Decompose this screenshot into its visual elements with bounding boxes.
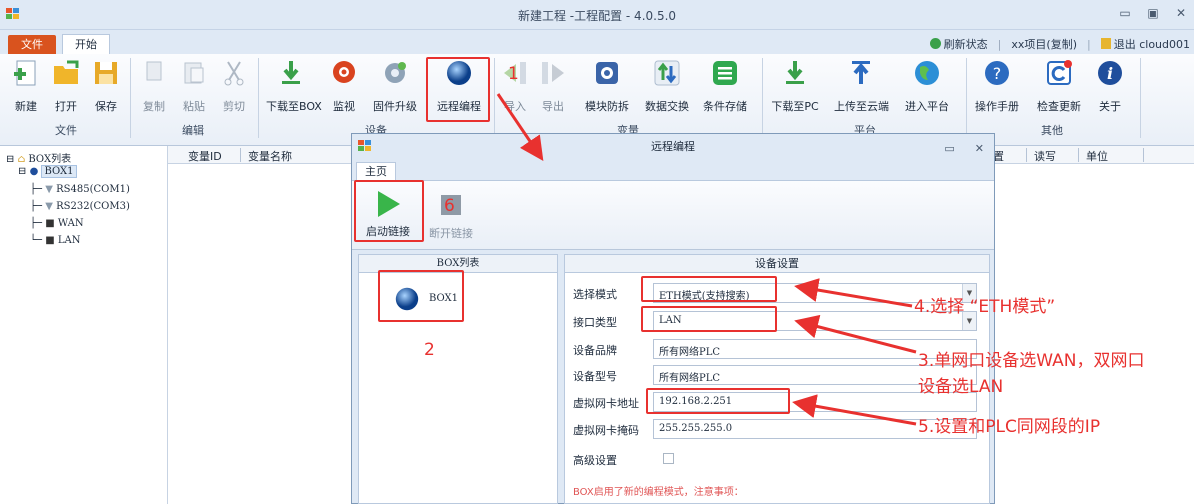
paste-button[interactable]: 粘贴	[174, 58, 214, 120]
notice-text: BOX启用了新的编程模式，注意事项：	[573, 487, 744, 498]
home-tab[interactable]: 开始	[62, 34, 110, 54]
module-tamper-button[interactable]: 模块防拆	[582, 58, 632, 120]
col-variable-name[interactable]: 变量名称	[248, 148, 292, 164]
annotation-step-4: 4.选择 “ETH模式”	[914, 297, 1056, 317]
project-label[interactable]: xx项目(复制)	[1011, 36, 1077, 52]
refresh-update-icon	[1047, 60, 1072, 85]
paste-icon	[184, 62, 204, 84]
svg-text:?: ?	[993, 64, 1002, 83]
new-button[interactable]: 新建	[6, 58, 46, 120]
window-title: 新建工程 -工程配置 - 4.0.5.0	[517, 9, 677, 23]
ethernet-icon: ■	[45, 235, 55, 246]
tree-root[interactable]: ⊟ ⌂ BOX列表	[6, 150, 71, 165]
highlight-ip	[646, 388, 790, 414]
col-read-write[interactable]: 读写	[1034, 148, 1056, 164]
annotation-step-2: 2	[424, 340, 435, 360]
save-icon	[95, 62, 117, 84]
annotation-step-1: 1	[508, 64, 519, 84]
group-other-label: 其他	[1041, 124, 1063, 137]
tree-item-lan[interactable]: └─ ■ LAN	[30, 235, 81, 246]
open-button[interactable]: 打开	[46, 58, 86, 120]
dialog-title-bar: 远程编程 ▭ ✕	[352, 134, 994, 162]
highlight-start-connect	[354, 180, 424, 242]
copy-icon	[146, 61, 162, 81]
svg-text:i: i	[1107, 64, 1113, 83]
copy-button[interactable]: 复制	[134, 58, 174, 120]
home-icon: ⌂	[17, 154, 26, 165]
dialog-minimize-icon[interactable]: ▭	[944, 142, 954, 155]
shield-icon	[596, 62, 618, 84]
group-edit-label: 编辑	[182, 124, 204, 137]
close-icon[interactable]: ✕	[1174, 6, 1188, 20]
advanced-checkbox[interactable]	[663, 453, 674, 464]
firmware-upgrade-button[interactable]: 固件升级	[370, 58, 420, 120]
device-settings-title: 设备设置	[565, 255, 989, 273]
restore-icon[interactable]: ▣	[1146, 6, 1160, 20]
scissors-icon	[224, 61, 244, 86]
annotation-step-6: 6	[444, 196, 455, 216]
dialog-close-icon[interactable]: ✕	[975, 142, 984, 155]
dialog-title: 远程编程	[651, 140, 695, 153]
box-tree-pane: ⊟ ⌂ BOX列表 ⊟ ● BOX1 ├─ ▼ RS485(COM1) ├─ ▼…	[0, 146, 168, 504]
manual-button[interactable]: ? 操作手册	[972, 58, 1022, 120]
save-button[interactable]: 保存	[86, 58, 126, 120]
highlight-remote-programming	[426, 57, 490, 122]
refresh-label: 刷新状态	[943, 38, 988, 51]
dialog-home-tab[interactable]: 主页	[356, 162, 396, 180]
field-advanced: 高级设置	[573, 449, 993, 469]
list-icon	[713, 61, 737, 85]
highlight-box-item	[378, 270, 464, 322]
tree-box1[interactable]: ⊟ ● BOX1	[18, 165, 77, 178]
col-variable-id[interactable]: 变量ID	[188, 148, 222, 164]
variable-grid-body	[980, 164, 1194, 504]
tree-item-wan[interactable]: ├─ ■ WAN	[30, 218, 84, 229]
check-update-button[interactable]: 检查更新	[1034, 58, 1084, 120]
info-icon: i	[1098, 61, 1122, 85]
refresh-status-button[interactable]: 刷新状态	[929, 36, 988, 52]
upload-icon	[852, 61, 870, 84]
new-icon	[14, 60, 36, 86]
gear-icon	[385, 62, 406, 83]
title-bar: 新建工程 -工程配置 - 4.0.5.0 ▭ ▣ ✕	[0, 0, 1194, 30]
download-icon	[282, 61, 300, 84]
export-button[interactable]: 导出	[536, 58, 570, 120]
group-file-label: 文件	[55, 124, 77, 137]
ethernet-icon: ■	[45, 218, 55, 229]
download-to-box-button[interactable]: 下载至BOX	[266, 58, 322, 120]
enter-platform-button[interactable]: 进入平台	[902, 58, 952, 120]
earth-icon	[915, 61, 939, 85]
about-button[interactable]: i 关于	[1090, 58, 1130, 120]
exit-label: 退出 cloud001	[1113, 38, 1190, 51]
monitor-button[interactable]: 监视	[324, 58, 364, 120]
refresh-icon	[929, 38, 941, 49]
monitor-icon	[333, 61, 355, 83]
annotation-step-3-line1: 3.单网口设备选WAN，双网口	[918, 351, 1145, 371]
highlight-mode	[641, 276, 777, 302]
data-exchange-button[interactable]: 数据交换	[642, 58, 692, 120]
port-icon: ▼	[45, 184, 53, 195]
cut-button[interactable]: 剪切	[214, 58, 254, 120]
port-icon: ▼	[45, 201, 53, 212]
tree-item-rs232[interactable]: ├─ ▼ RS232(COM3)	[30, 201, 130, 212]
download-pc-icon	[786, 61, 804, 84]
exit-button[interactable]: 退出 cloud001	[1100, 36, 1190, 52]
download-to-pc-button[interactable]: 下载至PC	[770, 58, 820, 120]
tree-item-rs485[interactable]: ├─ ▼ RS485(COM1)	[30, 184, 130, 195]
box-icon: ●	[29, 166, 39, 177]
annotation-step-5: 5.设置和PLC同网段的IP	[918, 417, 1101, 437]
exit-icon	[1100, 38, 1111, 49]
annotation-step-3-line2: 设备选LAN	[918, 377, 1004, 397]
folder-icon	[54, 60, 79, 84]
exchange-icon	[654, 60, 680, 86]
menu-bar: 文件 开始 刷新状态 | xx项目(复制) | 退出 cloud001	[0, 30, 1194, 54]
export-icon	[542, 62, 564, 84]
help-icon: ?	[985, 61, 1009, 85]
col-unit[interactable]: 单位	[1086, 148, 1108, 164]
highlight-interface	[641, 306, 777, 332]
file-tab[interactable]: 文件	[8, 35, 56, 54]
upload-to-cloud-button[interactable]: 上传至云端	[834, 58, 889, 120]
minimize-icon[interactable]: ▭	[1118, 6, 1132, 20]
conditional-storage-button[interactable]: 条件存储	[700, 58, 750, 120]
